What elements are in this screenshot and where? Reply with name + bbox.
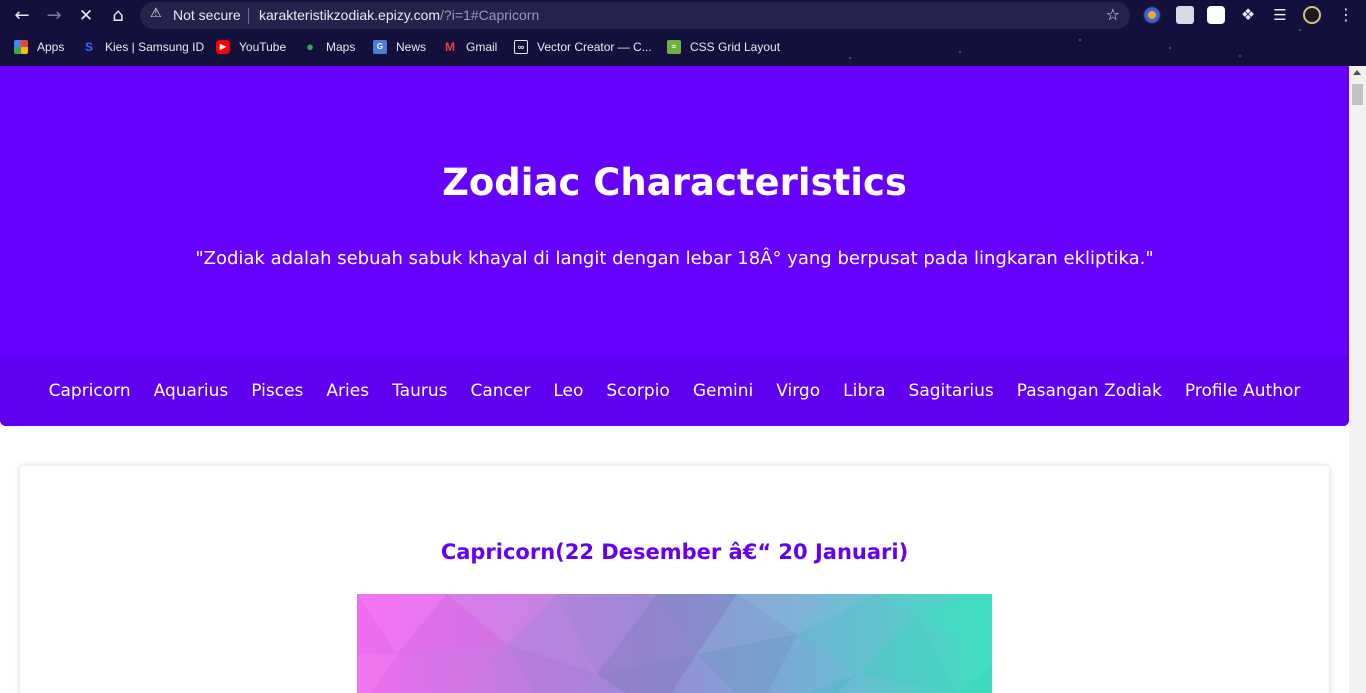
forward-arrow-icon[interactable]: →	[41, 3, 67, 29]
bookmark-youtube[interactable]: ▶ YouTube	[216, 39, 286, 55]
url-text[interactable]: karakteristikzodiak.epizy.com/?i=1#Capri…	[259, 7, 539, 23]
security-label[interactable]: Not secure	[173, 7, 241, 23]
nav-link-virgo[interactable]: Virgo	[765, 381, 832, 401]
nav-link-gemini[interactable]: Gemini	[681, 381, 764, 401]
scroll-up-arrow-icon[interactable]	[1353, 70, 1361, 75]
bookmark-label: YouTube	[239, 40, 287, 54]
extensions-puzzle-icon[interactable]: ❖	[1239, 6, 1257, 24]
nav-link-capricorn[interactable]: Capricorn	[37, 381, 142, 401]
bookmark-css-grid[interactable]: ≈ CSS Grid Layout	[667, 39, 780, 55]
css-grid-icon: ≈	[667, 40, 681, 54]
low-poly-gradient-graphic	[357, 594, 992, 693]
vector-creator-icon: ∞	[514, 40, 528, 54]
zodiac-nav: Capricorn Aquarius Pisces Aries Taurus C…	[0, 356, 1349, 426]
stop-loading-icon[interactable]: ✕	[73, 3, 99, 29]
nav-link-leo[interactable]: Leo	[542, 381, 595, 401]
bookmark-label: Apps	[37, 40, 65, 54]
nav-link-pasangan-zodiak[interactable]: Pasangan Zodiak	[1005, 381, 1173, 401]
bookmarks-bar: Apps S Kies | Samsung ID ▶ YouTube ● Map…	[0, 35, 1366, 59]
nav-link-profile-author[interactable]: Profile Author	[1173, 381, 1312, 401]
page-title: Zodiac Characteristics	[442, 161, 907, 204]
nav-link-libra[interactable]: Libra	[832, 381, 897, 401]
back-arrow-icon[interactable]: ←	[9, 3, 35, 29]
youtube-icon: ▶	[216, 40, 230, 54]
bookmark-label: Maps	[326, 40, 356, 54]
bookmark-label: Kies | Samsung ID	[105, 40, 205, 54]
browser-chrome: ← → ✕ ⌂ ⚠ Not secure karakteristikzodiak…	[0, 0, 1366, 66]
bookmark-vector-creator[interactable]: ∞ Vector Creator — C...	[514, 39, 652, 55]
hero-header: Zodiac Characteristics "Zodiak adalah se…	[0, 66, 1349, 426]
bookmark-label: News	[396, 40, 427, 54]
bookmark-gmail[interactable]: M Gmail	[443, 39, 497, 55]
address-separator	[248, 8, 249, 24]
extension-firefox-icon[interactable]	[1143, 6, 1161, 24]
bookmark-label: Vector Creator — C...	[537, 40, 652, 54]
gmail-icon: M	[445, 40, 455, 54]
extension-chat-icon[interactable]	[1207, 6, 1225, 24]
address-bar[interactable]: ⚠ Not secure karakteristikzodiak.epizy.c…	[140, 2, 1130, 29]
scrollbar-thumb[interactable]	[1352, 84, 1363, 105]
news-icon: G	[373, 40, 387, 54]
bookmark-apps[interactable]: Apps	[14, 39, 64, 55]
home-icon[interactable]: ⌂	[105, 3, 131, 29]
samsung-icon: S	[84, 40, 93, 54]
nav-link-scorpio[interactable]: Scorpio	[595, 381, 681, 401]
url-host: karakteristikzodiak.epizy.com	[259, 7, 441, 23]
bookmark-star-icon[interactable]: ☆	[1106, 5, 1120, 24]
warning-triangle-icon: ⚠	[150, 6, 162, 21]
url-path: /?i=1#Capricorn	[440, 7, 540, 23]
maps-pin-icon: ●	[306, 39, 314, 54]
nav-link-sagitarius[interactable]: Sagitarius	[897, 381, 1005, 401]
nav-link-taurus[interactable]: Taurus	[381, 381, 459, 401]
zodiac-banner-image	[357, 594, 992, 693]
media-queue-icon[interactable]: ☰	[1271, 6, 1289, 24]
browser-menu-icon[interactable]: ⋮	[1337, 6, 1355, 24]
bookmark-maps[interactable]: ● Maps	[303, 39, 355, 55]
bookmark-label: Gmail	[466, 40, 498, 54]
extension-cast-icon[interactable]	[1176, 6, 1194, 24]
nav-link-pisces[interactable]: Pisces	[240, 381, 315, 401]
page-scrollbar[interactable]	[1349, 66, 1366, 693]
page-viewport: Zodiac Characteristics "Zodiak adalah se…	[0, 66, 1366, 693]
nav-link-cancer[interactable]: Cancer	[459, 381, 542, 401]
hero-quote: "Zodiak adalah sebuah sabuk khayal di la…	[195, 248, 1154, 269]
profile-avatar[interactable]	[1303, 6, 1321, 24]
bookmark-label: CSS Grid Layout	[690, 40, 781, 54]
apps-grid-icon	[14, 40, 28, 54]
section-heading: Capricorn(22 Desember â€“ 20 Januari)	[440, 540, 909, 564]
bookmark-samsung[interactable]: S Kies | Samsung ID	[82, 39, 204, 55]
nav-link-aquarius[interactable]: Aquarius	[142, 381, 240, 401]
nav-link-aries[interactable]: Aries	[315, 381, 381, 401]
bookmark-news[interactable]: G News	[373, 39, 426, 55]
browser-toolbar: ← → ✕ ⌂ ⚠ Not secure karakteristikzodiak…	[0, 0, 1366, 31]
capricorn-card: Capricorn(22 Desember â€“ 20 Januari)	[20, 466, 1329, 693]
